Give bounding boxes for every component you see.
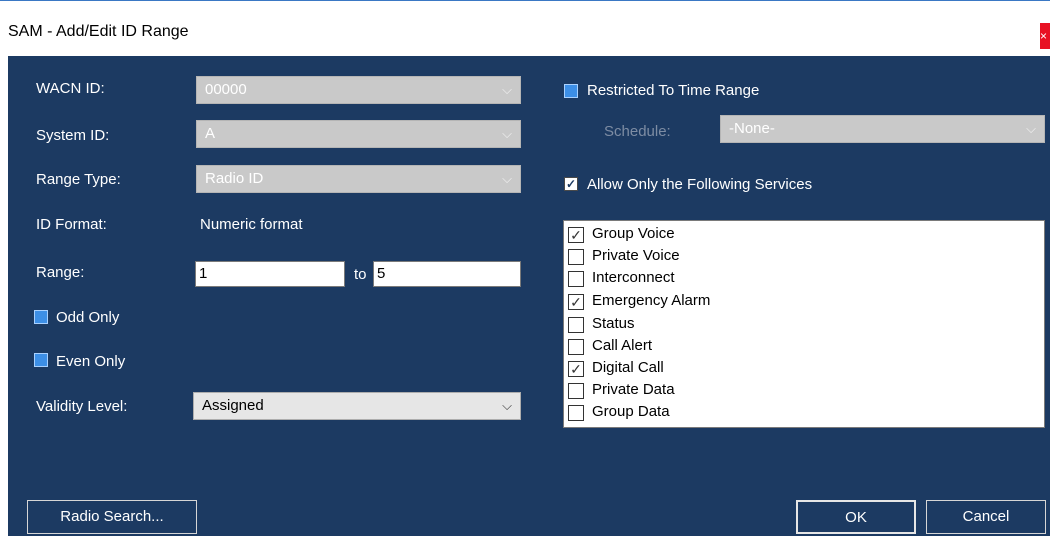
- validity-level-label: Validity Level:: [36, 398, 128, 415]
- allow-services-label: Allow Only the Following Services: [587, 176, 813, 193]
- odd-only-checkbox[interactable]: [34, 310, 48, 324]
- odd-only-label: Odd Only: [56, 309, 120, 326]
- id-format-label: ID Format:: [36, 216, 107, 233]
- chevron-down-icon: ⌵: [502, 82, 512, 97]
- wacn-id-value: 00000: [205, 81, 247, 98]
- cancel-button[interactable]: Cancel: [926, 500, 1046, 534]
- system-id-value: A: [205, 125, 216, 142]
- validity-level-select[interactable]: Assigned ⌵: [193, 392, 521, 420]
- service-item-group-voice[interactable]: ✓ Group Voice: [568, 223, 1038, 245]
- service-checkbox[interactable]: [568, 339, 584, 355]
- service-label: Status: [592, 315, 635, 332]
- service-checkbox[interactable]: [568, 249, 584, 265]
- service-label: Interconnect: [592, 269, 675, 286]
- service-item-emergency-alarm[interactable]: ✓ Emergency Alarm: [568, 290, 1038, 312]
- service-item-interconnect[interactable]: Interconnect: [568, 267, 1038, 289]
- chevron-down-icon: ⌵: [502, 126, 512, 141]
- range-type-select: Radio ID ⌵: [196, 165, 521, 193]
- service-item-status[interactable]: Status: [568, 313, 1038, 335]
- wacn-id-select: 00000 ⌵: [196, 76, 521, 104]
- service-item-digital-call[interactable]: ✓ Digital Call: [568, 357, 1038, 379]
- title-bar: SAM - Add/Edit ID Range ×: [0, 0, 1050, 56]
- range-type-label: Range Type:: [36, 171, 121, 188]
- service-label: Private Data: [592, 381, 675, 398]
- range-to-input[interactable]: 5: [373, 261, 521, 287]
- radio-search-button[interactable]: Radio Search...: [27, 500, 197, 534]
- chevron-down-icon: ⌵: [502, 171, 512, 186]
- wacn-id-label: WACN ID:: [36, 80, 105, 97]
- range-label: Range:: [36, 264, 85, 281]
- range-from-input[interactable]: 1: [195, 261, 345, 287]
- service-checkbox[interactable]: ✓: [568, 294, 584, 310]
- ok-button[interactable]: OK: [796, 500, 916, 534]
- chevron-down-icon: ⌵: [502, 398, 512, 413]
- even-only-label: Even Only: [56, 353, 126, 370]
- range-type-value: Radio ID: [205, 170, 264, 187]
- service-checkbox[interactable]: [568, 317, 584, 333]
- service-label: Group Data: [592, 403, 670, 420]
- service-checkbox[interactable]: [568, 383, 584, 399]
- service-item-call-alert[interactable]: Call Alert: [568, 335, 1038, 357]
- service-item-private-data[interactable]: Private Data: [568, 379, 1038, 401]
- allow-services-checkbox[interactable]: ✓: [564, 177, 578, 191]
- services-listbox[interactable]: ✓ Group Voice Private Voice Interconnect…: [563, 220, 1045, 428]
- schedule-value: -None-: [729, 120, 775, 137]
- system-id-label: System ID:: [36, 127, 110, 144]
- service-item-group-data[interactable]: Group Data: [568, 401, 1038, 423]
- system-id-select: A ⌵: [196, 120, 521, 148]
- service-item-private-voice[interactable]: Private Voice: [568, 245, 1038, 267]
- range-to-label: to: [354, 266, 367, 283]
- window-title: SAM - Add/Edit ID Range: [8, 23, 189, 40]
- schedule-label: Schedule:: [604, 123, 671, 140]
- service-label: Group Voice: [592, 225, 675, 242]
- restricted-time-checkbox[interactable]: [564, 84, 578, 98]
- even-only-checkbox[interactable]: [34, 353, 48, 367]
- service-label: Digital Call: [592, 359, 664, 376]
- close-icon[interactable]: ×: [1040, 23, 1050, 49]
- service-label: Private Voice: [592, 247, 680, 264]
- id-format-value: Numeric format: [200, 216, 303, 233]
- restricted-time-label: Restricted To Time Range: [587, 82, 760, 99]
- service-label: Emergency Alarm: [592, 292, 711, 309]
- service-checkbox[interactable]: [568, 405, 584, 421]
- validity-level-value: Assigned: [202, 397, 264, 414]
- schedule-select: -None- ⌵: [720, 115, 1045, 143]
- chevron-down-icon: ⌵: [1026, 121, 1036, 136]
- service-checkbox[interactable]: ✓: [568, 227, 584, 243]
- service-checkbox[interactable]: [568, 271, 584, 287]
- service-label: Call Alert: [592, 337, 653, 354]
- service-checkbox[interactable]: ✓: [568, 361, 584, 377]
